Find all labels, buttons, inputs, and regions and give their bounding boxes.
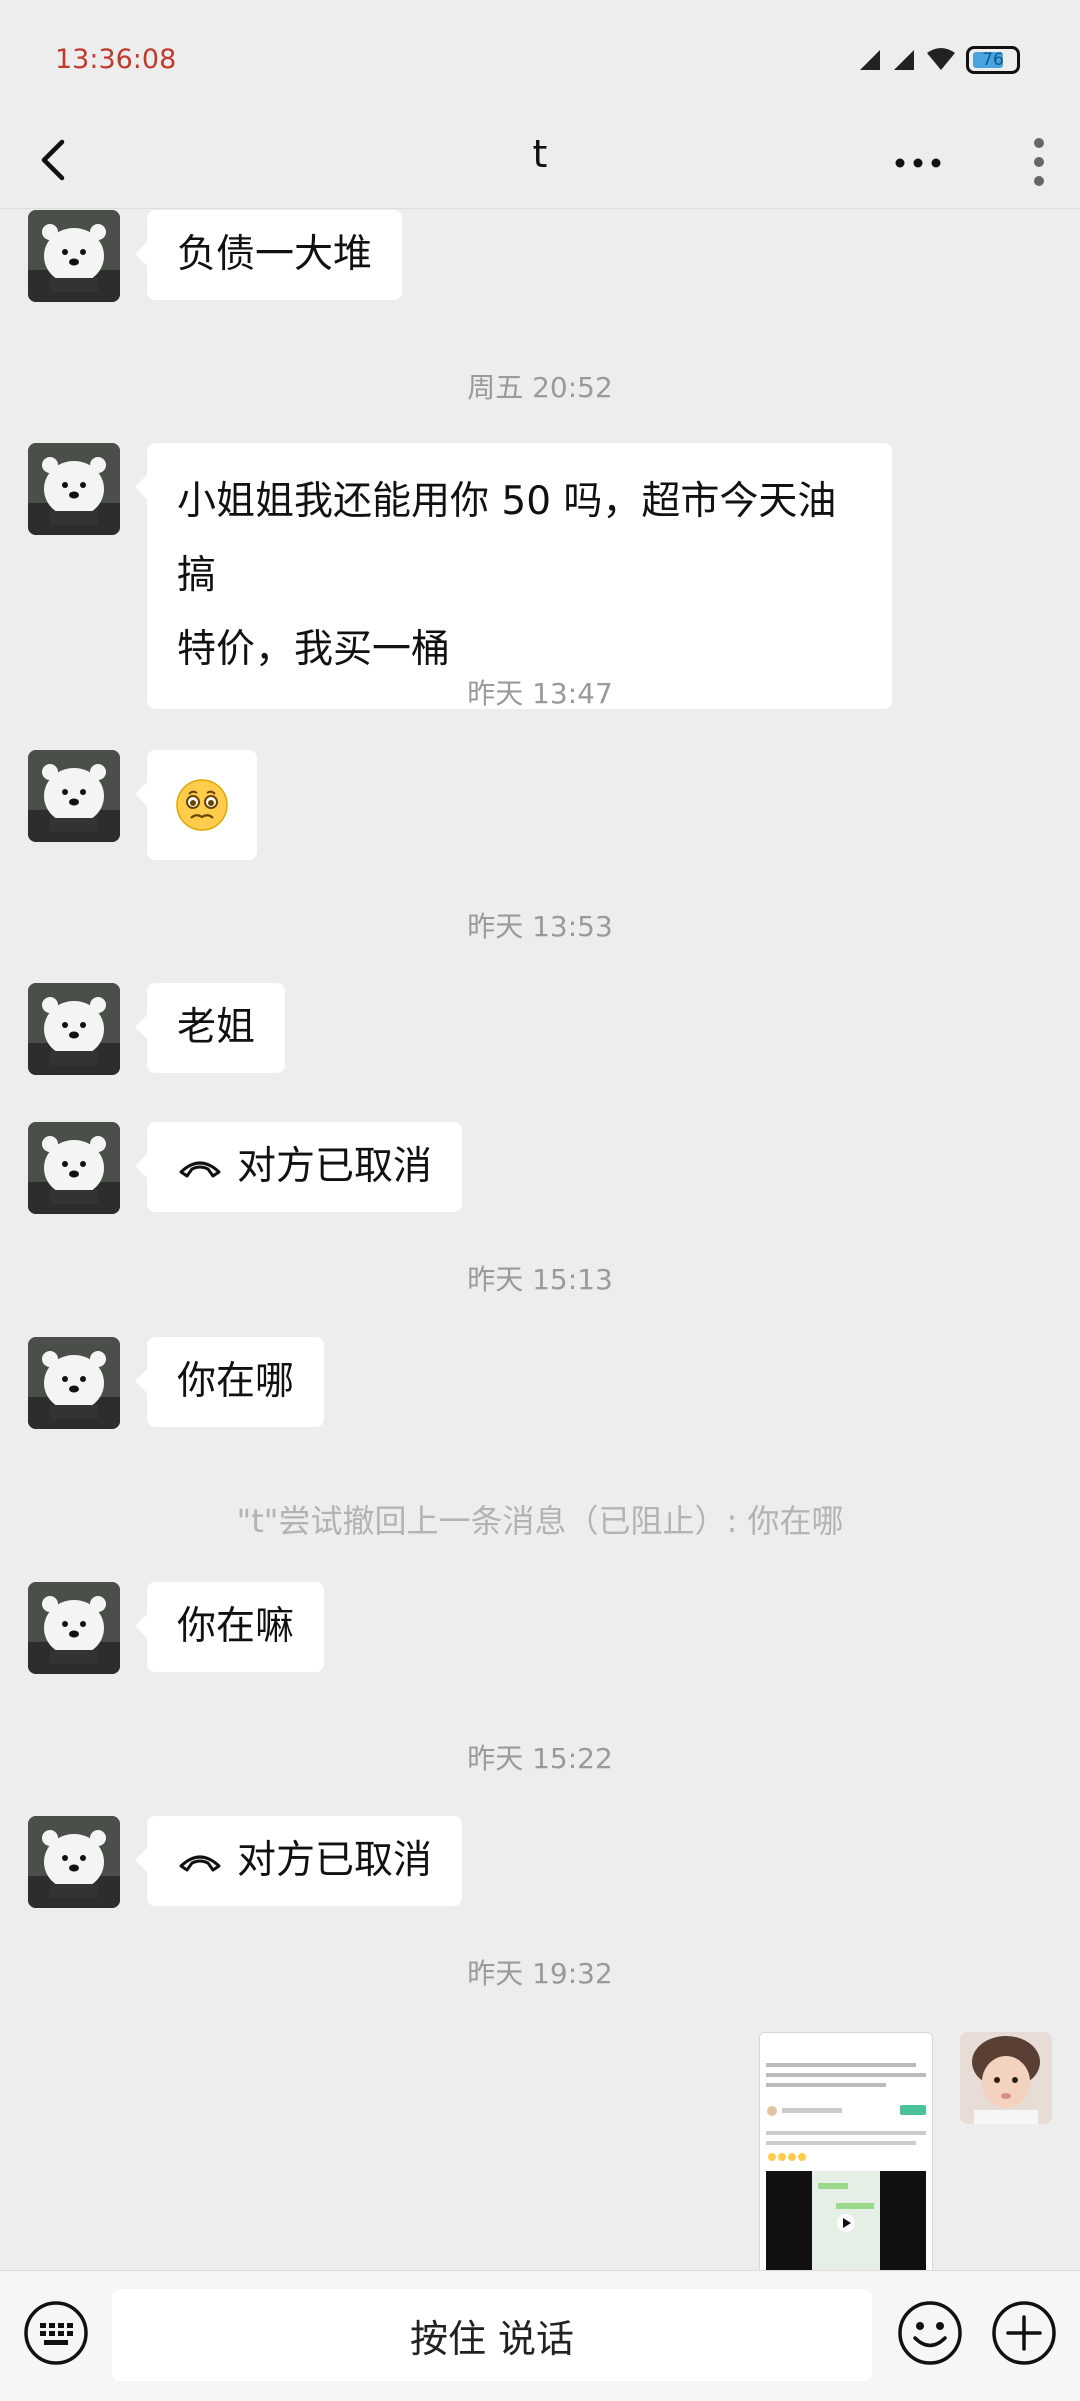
bear-avatar-icon xyxy=(28,1816,120,1908)
signal-icon xyxy=(860,50,880,70)
call-record-message[interactable]: 对方已取消 xyxy=(134,1122,463,1212)
battery-level: 76 xyxy=(982,50,1004,70)
timestamp: 昨天 13:53 xyxy=(467,910,613,943)
received-emoji-message[interactable] xyxy=(135,750,257,860)
status-bar: 13:36:08 76 xyxy=(0,0,1080,120)
phone-hangup-icon xyxy=(179,1161,221,1178)
contact-avatar[interactable] xyxy=(28,1337,120,1429)
signal-icon xyxy=(894,50,914,70)
contact-avatar[interactable] xyxy=(28,1582,120,1674)
message-text-line: 小姐姐我还能用你 50 吗，超市今天油搞 xyxy=(177,479,837,598)
call-record: 对方已取消 xyxy=(177,1134,432,1200)
keyboard-icon[interactable] xyxy=(22,2299,90,2367)
message-text: 你在嘛 xyxy=(177,1604,295,1649)
wifi-icon xyxy=(927,48,955,70)
received-message[interactable]: 负债一大堆 xyxy=(134,210,403,300)
received-message[interactable]: 小姐姐我还能用你 50 吗，超市今天油搞 特价，我买一桶 xyxy=(135,443,892,709)
contact-avatar[interactable] xyxy=(28,443,120,535)
more-vertical-icon[interactable] xyxy=(1014,128,1064,198)
bear-avatar-icon xyxy=(28,443,120,535)
chat-input-bar: 按住 说话 xyxy=(0,2270,1080,2401)
battery-icon: 76 xyxy=(966,46,1020,74)
phone-hangup-icon xyxy=(179,1855,221,1872)
sent-image-message[interactable] xyxy=(759,2032,933,2274)
message-text: 老姐 xyxy=(177,1005,256,1050)
self-avatar[interactable] xyxy=(960,2032,1052,2124)
contact-avatar[interactable] xyxy=(28,1816,120,1908)
pleading-face-icon xyxy=(176,779,228,831)
timestamp: 昨天 15:13 xyxy=(467,1263,613,1296)
call-status-text: 对方已取消 xyxy=(237,1838,433,1883)
bear-avatar-icon xyxy=(28,983,120,1075)
chat-header: t xyxy=(0,120,1080,209)
call-record-message[interactable]: 对方已取消 xyxy=(134,1816,463,1906)
status-icons: 76 xyxy=(858,46,1020,74)
contact-avatar[interactable] xyxy=(28,1122,120,1214)
plus-circle-icon[interactable] xyxy=(990,2299,1058,2367)
bear-avatar-icon xyxy=(28,1337,120,1429)
received-message[interactable]: 你在哪 xyxy=(134,1337,325,1427)
status-time: 13:36:08 xyxy=(55,44,177,75)
smile-icon[interactable] xyxy=(896,2299,964,2367)
screenshot-thumbnail xyxy=(760,2033,932,2273)
call-record: 对方已取消 xyxy=(177,1828,432,1894)
child-avatar-icon xyxy=(960,2032,1052,2124)
timestamp: 昨天 15:22 xyxy=(467,1742,613,1775)
received-message[interactable]: 你在嘛 xyxy=(134,1582,325,1672)
timestamp: 昨天 19:32 xyxy=(467,1957,613,1990)
bear-avatar-icon xyxy=(28,210,120,302)
message-text: 你在哪 xyxy=(177,1359,295,1404)
message-text: 负债一大堆 xyxy=(177,232,373,277)
bear-avatar-icon xyxy=(28,750,120,842)
timestamp: 昨天 13:47 xyxy=(467,677,613,710)
contact-avatar[interactable] xyxy=(28,210,120,302)
received-message[interactable]: 老姐 xyxy=(134,983,286,1073)
bear-avatar-icon xyxy=(28,1122,120,1214)
timestamp: 周五 20:52 xyxy=(467,371,613,404)
hold-to-talk-button[interactable]: 按住 说话 xyxy=(112,2289,872,2381)
contact-avatar[interactable] xyxy=(28,983,120,1075)
bear-avatar-icon xyxy=(28,1582,120,1674)
contact-avatar[interactable] xyxy=(28,750,120,842)
more-horizontal-icon[interactable] xyxy=(888,138,948,188)
recall-notice: "t"尝试撤回上一条消息（已阻止）: 你在哪 xyxy=(236,1502,844,1540)
call-status-text: 对方已取消 xyxy=(237,1144,433,1189)
